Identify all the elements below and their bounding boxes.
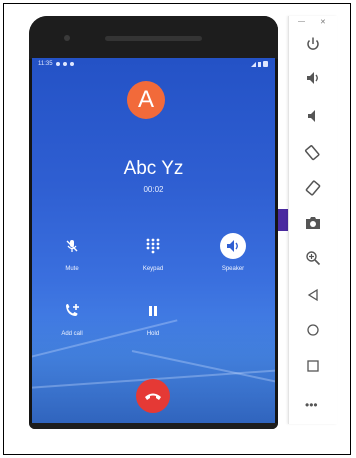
call-screen: 11:35 A Abc Yz 00:02 Mute Keypad Speaker… <box>32 58 275 425</box>
speaker-icon <box>220 233 246 259</box>
more-icon[interactable]: ••• <box>305 398 318 412</box>
signal-battery-icon <box>251 61 269 67</box>
close-icon[interactable]: ✕ <box>320 18 326 26</box>
hang-up-icon <box>145 393 161 400</box>
mute-label: Mute <box>65 266 79 272</box>
notification-icon <box>69 62 74 66</box>
hold-label: Hold <box>146 331 160 337</box>
speaker-label: Speaker <box>221 266 245 272</box>
app-window-edge <box>278 209 288 231</box>
phone-emulator: 11:35 A Abc Yz 00:02 Mute Keypad Speaker… <box>29 16 278 429</box>
speaker-button[interactable]: Speaker <box>208 233 258 272</box>
mute-button[interactable]: Mute <box>47 234 97 272</box>
phone-top-bezel <box>29 16 278 59</box>
phone-bottom-bezel <box>29 423 278 429</box>
earpiece-grille <box>105 36 202 41</box>
front-camera <box>64 35 70 41</box>
volume-up-icon[interactable] <box>301 66 325 90</box>
keypad-label: Keypad <box>142 266 164 272</box>
dialpad-icon <box>141 234 165 258</box>
add-call-button[interactable]: Add call <box>47 299 97 337</box>
volume-down-icon[interactable] <box>301 104 325 128</box>
pause-icon <box>141 299 165 323</box>
mic-off-icon <box>60 234 84 258</box>
add-call-icon <box>60 299 84 323</box>
overview-icon[interactable] <box>301 354 325 378</box>
power-icon[interactable] <box>301 32 325 56</box>
notification-icon <box>55 62 60 66</box>
caller-avatar: A <box>127 81 165 119</box>
keypad-button[interactable]: Keypad <box>128 234 178 272</box>
status-bar: 11:35 <box>32 58 275 70</box>
notification-icon <box>62 62 67 66</box>
zoom-icon[interactable] <box>301 246 325 270</box>
call-timer: 00:02 <box>143 185 164 194</box>
minimize-icon[interactable]: — <box>298 18 305 25</box>
rotate-right-icon[interactable] <box>301 176 325 200</box>
caller-name: Abc Yz <box>123 158 184 179</box>
hold-button[interactable]: Hold <box>128 299 178 337</box>
emulator-toolbar: — ✕ ••• <box>288 16 337 424</box>
add-call-label: Add call <box>61 331 83 337</box>
rotate-left-icon[interactable] <box>301 140 325 164</box>
home-icon[interactable] <box>301 318 325 342</box>
end-call-button[interactable] <box>136 379 170 413</box>
camera-icon[interactable] <box>301 211 325 235</box>
status-time: 11:35 <box>38 61 53 67</box>
back-icon[interactable] <box>301 283 325 307</box>
